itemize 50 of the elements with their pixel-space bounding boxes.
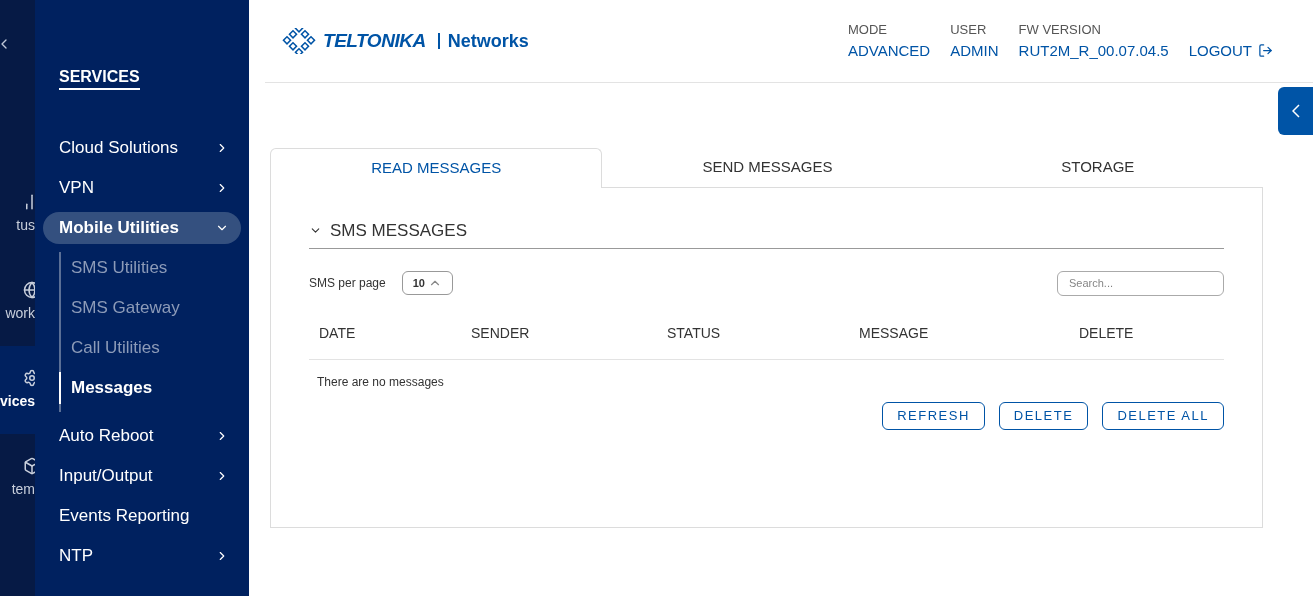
per-page-label: SMS per page [309,275,386,292]
column-header: SENDER [471,323,531,343]
info-label: USER [950,21,988,39]
column-header: DATE [319,323,357,343]
info-label: MODE [847,21,888,39]
rail-icon [23,368,35,387]
action-button[interactable]: DELETE ALL [1102,401,1224,430]
submenu-item[interactable]: SMS Gateway [59,292,241,324]
rail-label: work [5,303,35,323]
submenu-item[interactable]: SMS Utilities [59,252,241,284]
sidebar-item[interactable]: Auto Reboot [43,420,241,452]
section-header[interactable]: SMS MESSAGES [309,218,1224,249]
sidebar-item[interactable]: VPN [43,172,241,204]
logo-icon [281,28,317,54]
action-button[interactable]: REFRESH [882,401,985,430]
info-value: RUT2M_R_00.07.04.5 [1018,40,1169,61]
sidebar-item[interactable]: Input/Output [43,460,241,492]
sidebar-item[interactable]: Mobile Utilities [43,212,241,244]
sidebar-item[interactable]: NTP [43,540,241,572]
rail-icon [23,456,35,475]
rail-icon [23,192,35,211]
info-label: FW VERSION [1018,21,1102,39]
empty-message: There are no messages [317,374,444,389]
rail-icon [23,280,35,299]
column-header: DELETE [1079,323,1135,343]
info-value: ADVANCED [847,40,931,61]
logout-button[interactable]: LOGOUT [1188,39,1273,62]
brand-name: TELTONIKA [323,28,426,53]
sidebar-item[interactable]: Events Reporting [43,500,241,532]
logout-icon [1258,43,1273,59]
rail-item[interactable]: vices [0,346,35,434]
panel-toggle-button[interactable] [1278,87,1313,135]
rail-label: vices [0,391,35,411]
per-page-select[interactable]: 10 [401,271,453,295]
column-header: STATUS [667,323,722,343]
column-header: MESSAGE [859,323,930,343]
submenu-item[interactable]: Messages [59,372,241,404]
tab[interactable]: SEND MESSAGES [602,148,933,188]
sidebar-item[interactable]: Cloud Solutions [43,132,241,164]
action-button[interactable]: DELETE [998,401,1089,430]
rail-label: tus [16,215,35,235]
chevron-left-icon [1291,104,1300,118]
info-value: ADMIN [950,40,999,61]
product-name: Networks [437,33,529,49]
tab[interactable]: READ MESSAGES [270,148,603,188]
rail-label: tem [11,479,35,499]
submenu-item[interactable]: Call Utilities [59,332,241,364]
tab[interactable]: STORAGE [932,148,1263,188]
sidebar-title: SERVICES [59,67,140,90]
search-field[interactable]: Search... [1057,270,1224,296]
